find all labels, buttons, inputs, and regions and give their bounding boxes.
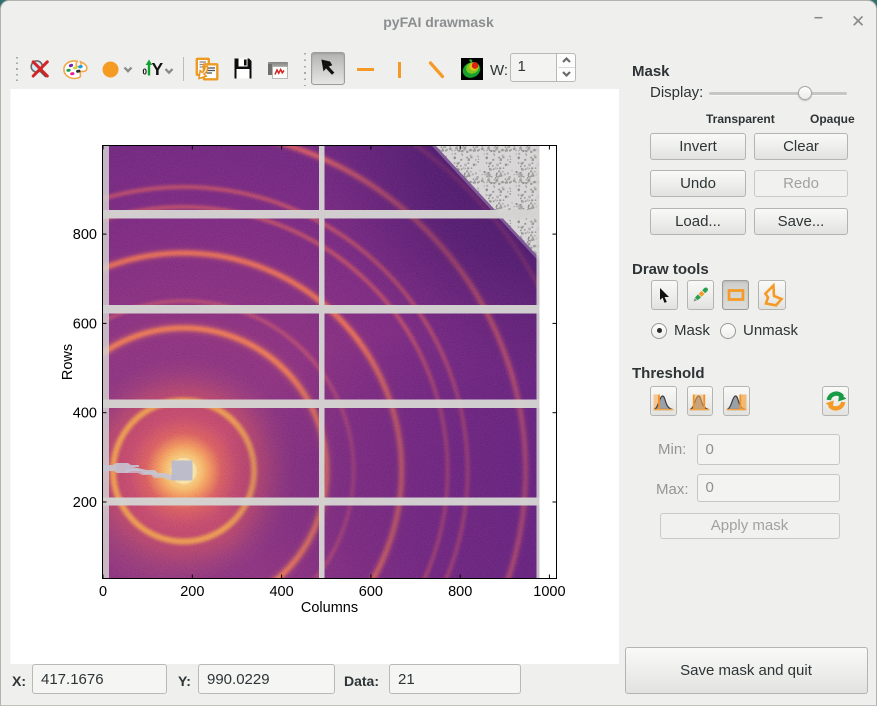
svg-text:0: 0 (143, 68, 148, 77)
svg-text:800: 800 (73, 227, 97, 243)
svg-text:200: 200 (73, 495, 97, 511)
svg-text:200: 200 (180, 584, 204, 600)
svg-text:400: 400 (269, 584, 293, 600)
svg-text:Rows: Rows (60, 344, 76, 380)
svg-text:1000: 1000 (533, 584, 565, 600)
svg-text:600: 600 (73, 316, 97, 332)
svg-text:600: 600 (359, 584, 383, 600)
svg-text:Y: Y (152, 59, 164, 79)
svg-text:Columns: Columns (301, 600, 358, 616)
svg-text:400: 400 (73, 406, 97, 422)
svg-text:800: 800 (448, 584, 472, 600)
svg-text:0: 0 (99, 584, 107, 600)
